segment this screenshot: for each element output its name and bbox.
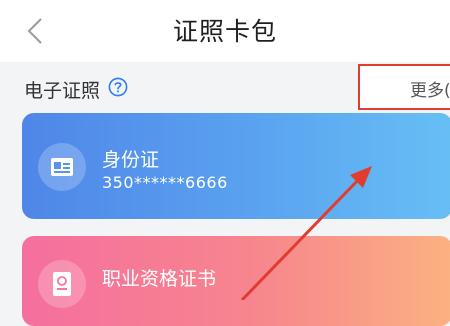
id-card-icon: [38, 143, 86, 191]
cert-card-item[interactable]: 职业资格证书: [22, 236, 450, 326]
cert-card-title: 职业资格证书: [102, 268, 217, 290]
more-link-label: 更多(: [410, 81, 450, 101]
id-card-number: 350******6666: [102, 173, 228, 192]
id-card-title: 身份证: [102, 149, 160, 171]
section-title: 电子证照: [24, 80, 101, 102]
more-link[interactable]: 更多(: [358, 64, 450, 110]
top-bar: 证照卡包: [0, 0, 450, 62]
question-circle-icon[interactable]: [108, 77, 128, 97]
certificate-icon: [38, 260, 86, 308]
id-card-item[interactable]: 身份证 350******6666: [22, 113, 450, 219]
page-title: 证照卡包: [172, 17, 277, 46]
section-header: 电子证照 更多(: [0, 62, 450, 110]
